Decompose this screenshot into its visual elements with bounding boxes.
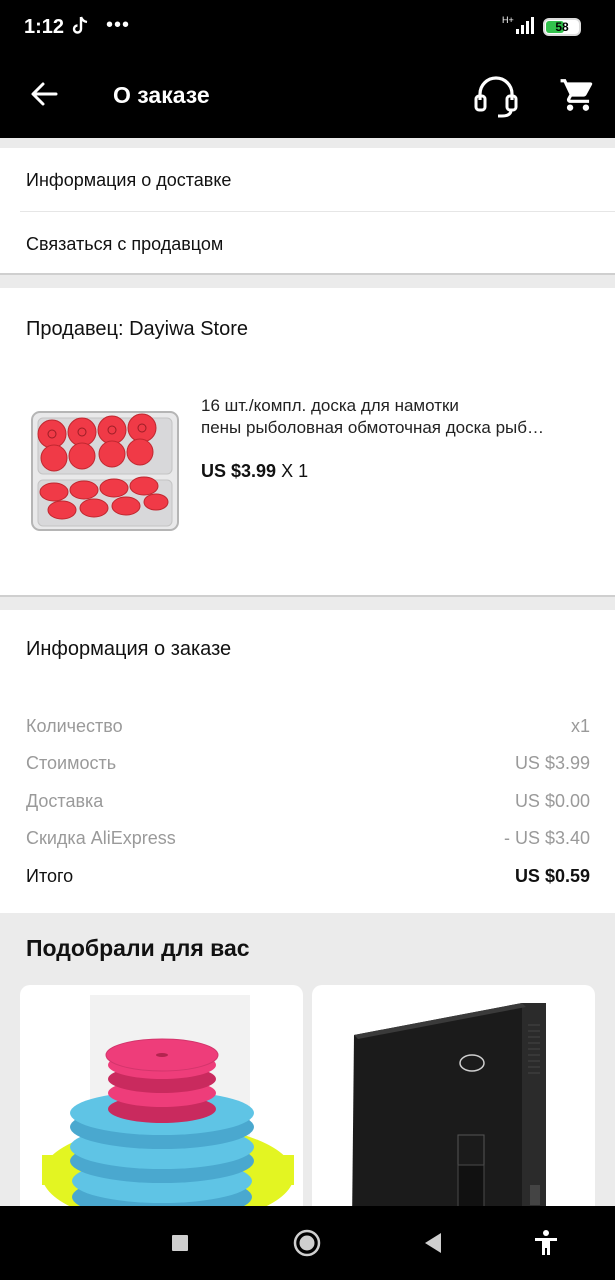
order-row-value: x1 — [570, 716, 590, 736]
system-navigation-bar — [0, 1206, 615, 1280]
product-title-line2: пены рыболовная обмоточная доска рыб… — [201, 418, 545, 437]
order-row-label: Доставка — [26, 791, 104, 811]
recent-apps-icon[interactable] — [165, 1228, 195, 1258]
delivery-info-link[interactable]: Информация о доставке — [0, 148, 615, 211]
signal-icon: H+ — [502, 15, 534, 34]
product-title[interactable]: 16 шт./компл. доска для намотки пены рыб… — [201, 395, 596, 439]
order-row-total: Итого US $0.59 — [26, 866, 590, 890]
recommendation-card[interactable] — [312, 985, 595, 1225]
contact-seller-label: Связаться с продавцом — [26, 234, 224, 254]
battery-icon: 58 — [543, 18, 581, 36]
order-row-discount: Скидка AliExpress - US $3.40 — [26, 828, 590, 852]
back-triangle-icon[interactable] — [418, 1228, 448, 1258]
seller-card: Продавец: Dayiwa Store 16 шт./компл. дос… — [0, 288, 615, 597]
delivery-info-label: Информация о доставке — [26, 170, 232, 190]
page-title: О заказе — [113, 82, 210, 108]
network-type-label: H+ — [502, 15, 514, 25]
product-image[interactable] — [24, 388, 184, 544]
product-price-row: US $3.99 X 1 — [201, 461, 308, 482]
order-row-cost: Стоимость US $3.99 — [26, 753, 590, 777]
product-price: US $3.99 — [201, 461, 277, 481]
back-arrow-icon[interactable] — [28, 78, 60, 110]
delivery-links-card: Информация о доставке Связаться с продав… — [0, 148, 615, 275]
order-row-value: US $3.99 — [514, 753, 590, 773]
recommended-product-image — [42, 995, 294, 1225]
status-time: 1:12 — [24, 16, 65, 38]
order-row-quantity: Количество x1 — [26, 716, 590, 740]
status-bar: 1:12 ••• H+ 58 — [0, 0, 615, 54]
recommendation-card[interactable] — [20, 985, 303, 1225]
headset-support-icon[interactable] — [472, 74, 520, 118]
tiktok-icon — [72, 16, 88, 34]
recommendations-title: Подобрали для вас — [26, 935, 250, 961]
order-row-label: Стоимость — [26, 753, 117, 773]
recommended-product-image — [352, 1003, 546, 1225]
accessibility-icon[interactable] — [531, 1228, 561, 1258]
home-icon[interactable] — [292, 1228, 322, 1258]
battery-percent: 58 — [555, 20, 569, 34]
order-total-value: US $0.59 — [514, 866, 590, 886]
order-info-card: Информация о заказе Количество x1 Стоимо… — [0, 610, 615, 913]
cart-icon[interactable] — [559, 76, 597, 114]
app-bar: О заказе — [0, 54, 615, 138]
order-row-label: Скидка AliExpress — [26, 828, 176, 848]
order-row-value: US $0.00 — [514, 791, 590, 811]
product-title-line1: 16 шт./компл. доска для намотки — [201, 396, 459, 415]
status-more-dots: ••• — [106, 14, 131, 36]
order-row-value: - US $3.40 — [503, 828, 590, 848]
seller-name[interactable]: Продавец: Dayiwa Store — [26, 318, 248, 341]
order-row-shipping: Доставка US $0.00 — [26, 791, 590, 815]
order-row-label: Количество — [26, 716, 123, 736]
order-details-screen: 1:12 ••• H+ 58 О заказе Информация о дос… — [0, 0, 615, 1280]
order-info-title: Информация о заказе — [26, 638, 232, 660]
contact-seller-link[interactable]: Связаться с продавцом — [0, 212, 615, 275]
product-quantity: X 1 — [281, 461, 309, 481]
order-row-label: Итого — [26, 866, 74, 886]
